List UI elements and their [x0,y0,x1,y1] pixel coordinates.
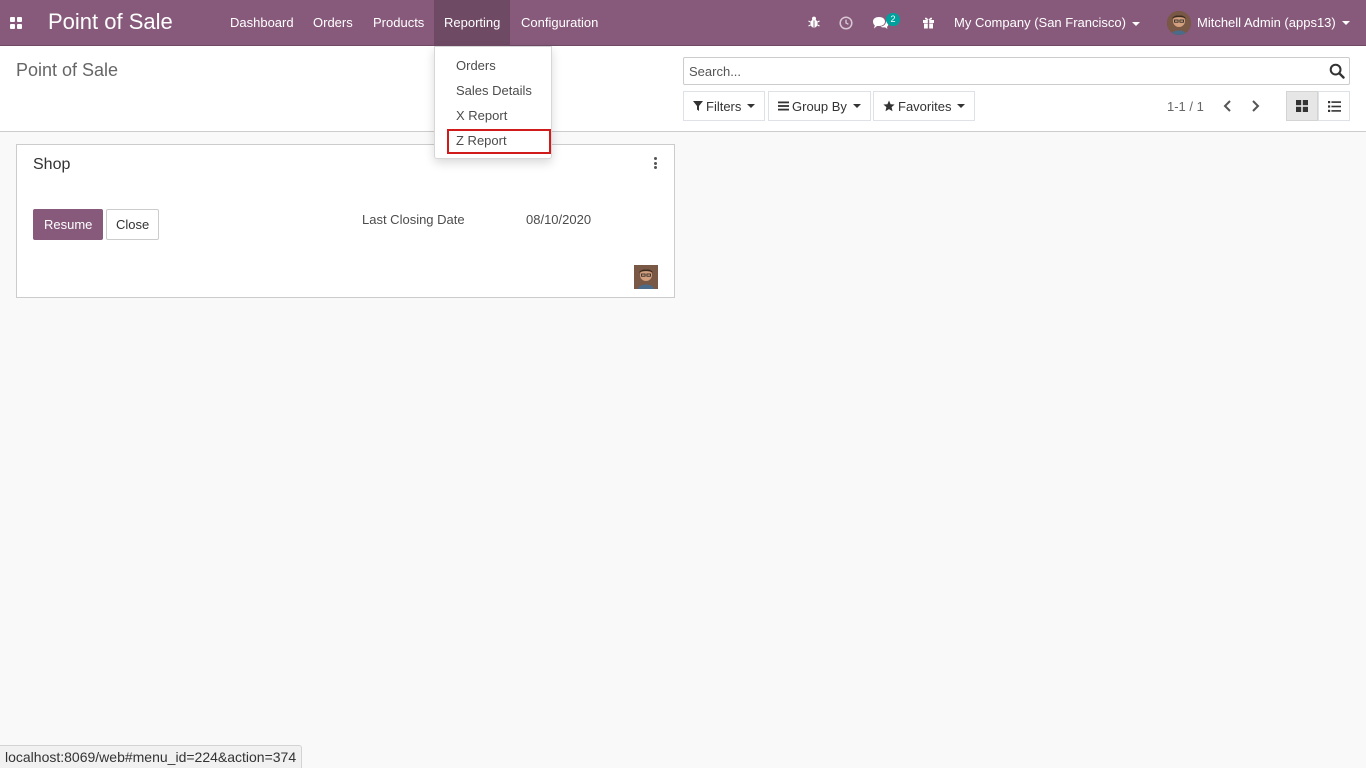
caret-down-icon [1131,21,1140,26]
filter-icon [693,101,703,111]
menu-dashboard[interactable]: Dashboard [220,0,304,45]
last-closing-date-label: Last Closing Date [362,212,465,227]
kanban-view-button[interactable] [1286,91,1318,121]
search-bar [683,57,1350,85]
dropdown-item-orders[interactable]: Orders [456,56,496,76]
company-name: My Company (San Francisco) [954,15,1126,30]
link-status-bar: localhost:8069/web#menu_id=224&action=37… [0,745,303,768]
list-view-button[interactable] [1318,91,1350,121]
caret-down-icon [1341,20,1350,25]
list-icon [1327,100,1341,112]
breadcrumb: Point of Sale [16,60,119,80]
company-switcher[interactable]: My Company (San Francisco) [954,0,1140,45]
pos-config-card: Shop Resume Close Last Closing Date 08/1… [16,144,675,298]
gift-icon[interactable] [920,0,936,45]
menu-orders[interactable]: Orders [303,0,363,45]
clock-icon[interactable] [838,0,854,45]
reporting-dropdown-menu: Orders Sales Details X Report Z Report [434,46,552,159]
user-name: Mitchell Admin (apps13) [1197,15,1336,30]
close-session-button[interactable]: Close [106,209,160,240]
caret-down-icon [852,104,861,108]
bug-icon[interactable] [806,0,822,45]
resume-button[interactable]: Resume [33,209,104,240]
pager-next-icon[interactable] [1248,98,1262,114]
group-by-label: Group By [792,98,847,114]
group-by-button[interactable]: Group By [768,91,871,121]
caret-down-icon [747,104,756,108]
last-closing-date-value: 08/10/2020 [526,212,592,227]
menu-products[interactable]: Products [363,0,434,45]
favorites-label: Favorites [898,98,952,114]
dropdown-item-sales-details[interactable]: Sales Details [456,81,532,101]
filters-label: Filters [706,98,742,114]
main-navbar: Point of Sale Dashboard Orders Products … [0,0,1366,46]
apps-menu-button[interactable] [0,0,32,46]
user-avatar [1167,10,1191,35]
star-icon [883,100,895,112]
menu-configuration[interactable]: Configuration [511,0,608,45]
pager-value[interactable]: 1-1 / 1 [1167,99,1204,114]
bars-icon [778,101,789,111]
kanban-grid-icon [1296,100,1308,112]
search-input[interactable] [684,58,1304,84]
chat-count-badge: 2 [886,13,900,26]
z-report-highlight-box [447,129,551,154]
caret-down-icon [957,104,966,108]
search-icon[interactable] [1329,63,1345,79]
apps-grid-icon [10,17,22,29]
responsible-avatar [634,265,658,289]
card-title[interactable]: Shop [33,156,70,174]
filters-button[interactable]: Filters [683,91,766,121]
dropdown-item-x-report[interactable]: X Report [456,106,507,126]
control-panel: Point of Sale Filters Group By Favorites… [0,46,1366,132]
app-brand-title[interactable]: Point of Sale [48,9,173,35]
user-menu[interactable]: Mitchell Admin (apps13) [1167,0,1350,45]
card-options-icon[interactable] [654,157,658,169]
favorites-button[interactable]: Favorites [873,91,976,121]
pager-previous-icon[interactable] [1221,98,1235,114]
menu-reporting[interactable]: Reporting [434,0,511,45]
